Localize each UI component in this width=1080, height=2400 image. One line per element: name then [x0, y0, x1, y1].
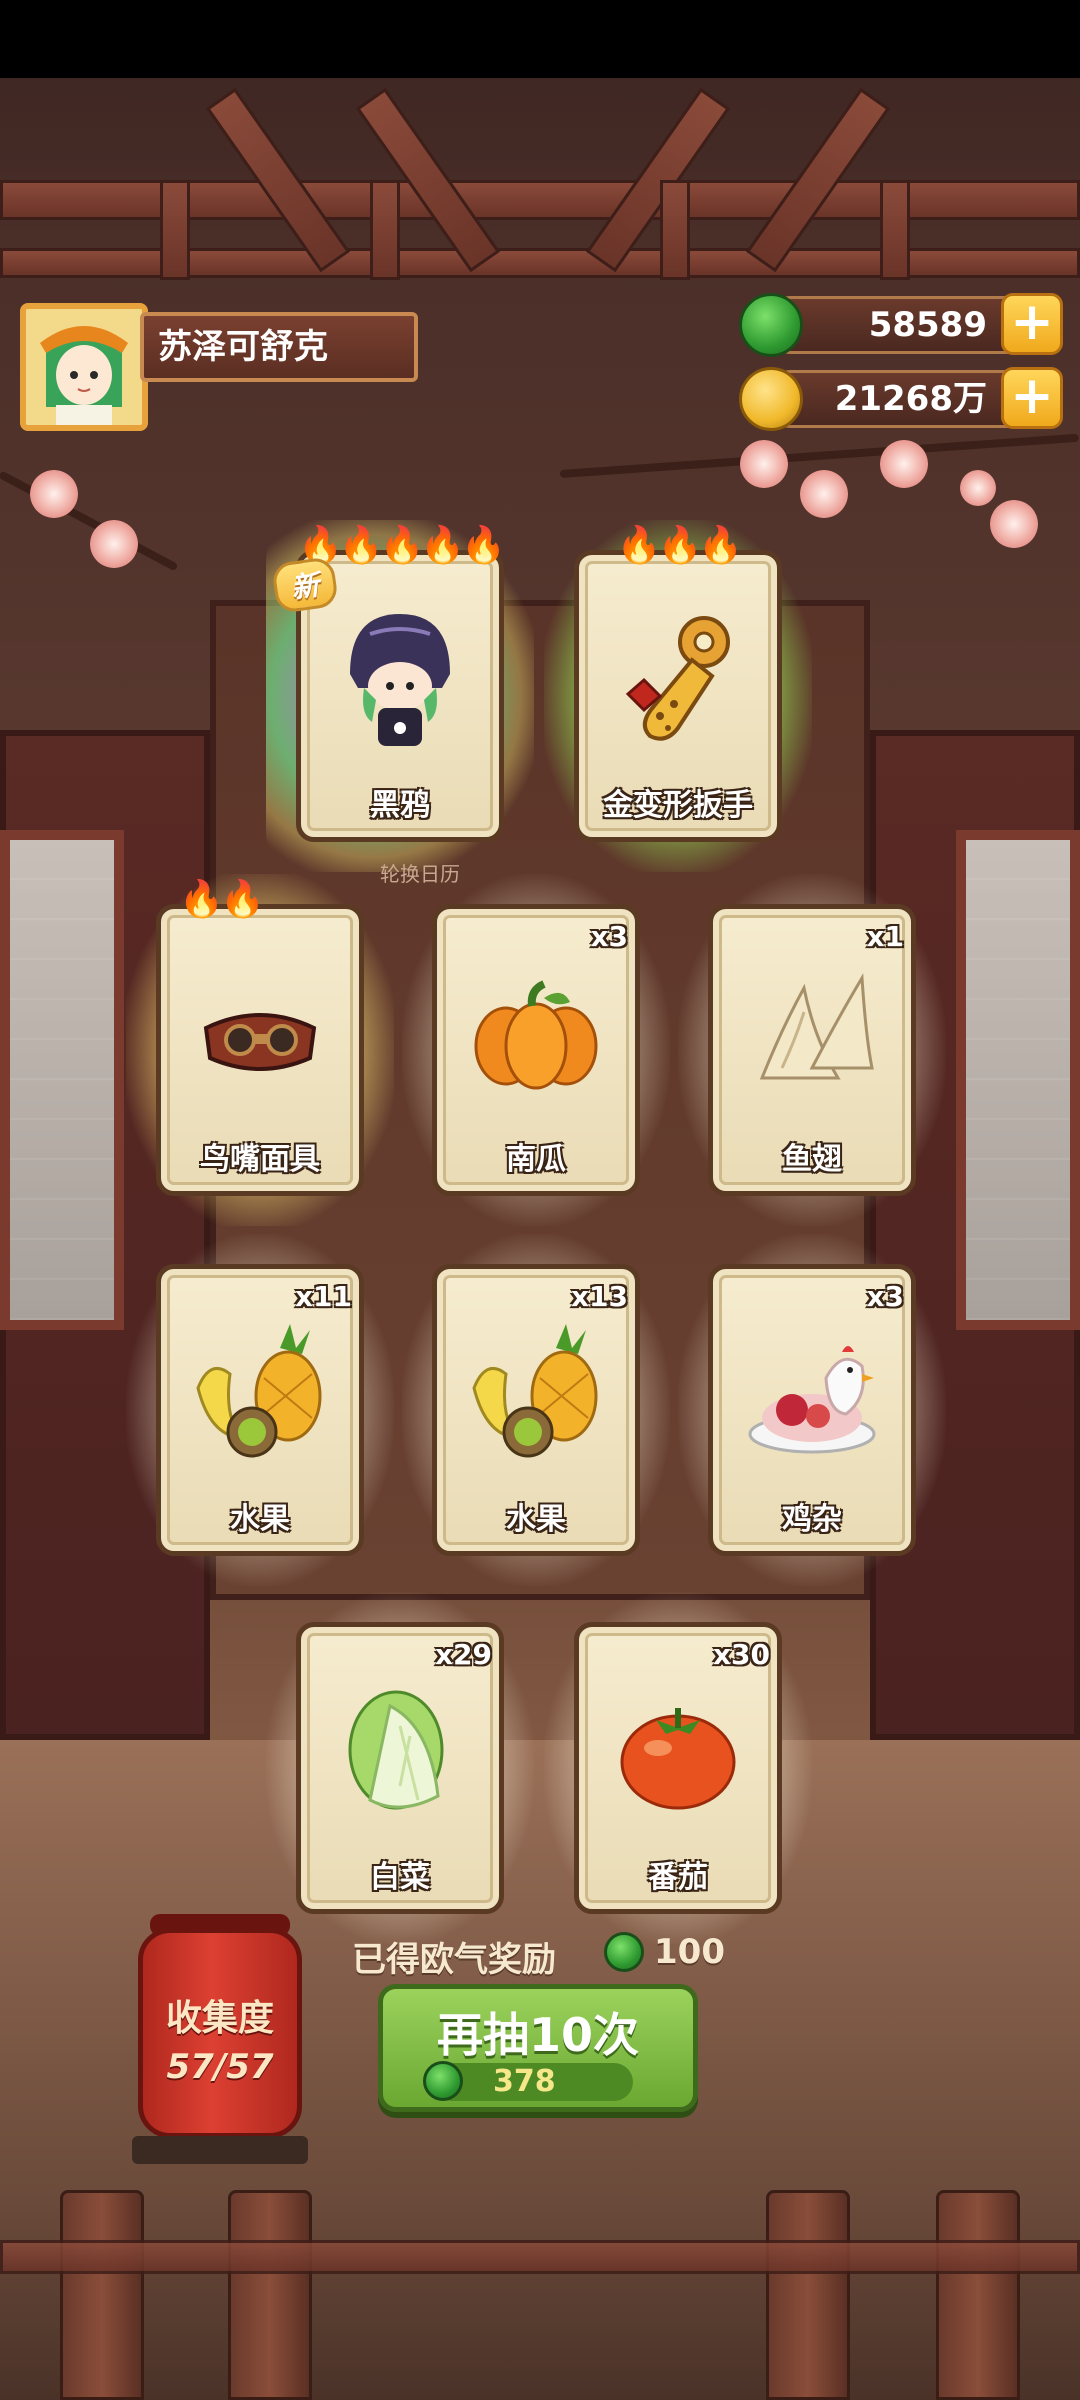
draw-again-button[interactable]: 再抽10次 378	[378, 1984, 698, 2112]
beak-mask-icon	[203, 1013, 317, 1071]
collection-label: 收集度	[165, 1998, 274, 2039]
jade-coin-icon	[604, 1932, 644, 1972]
jade-currency-bar: 58589 +	[739, 293, 1063, 357]
reward-card-crow[interactable]: 🔥🔥🔥🔥🔥 新 黑鸦	[266, 520, 534, 872]
blossom	[30, 470, 78, 518]
card-name: 白菜	[370, 1860, 430, 1895]
reward-card-golden-wrench[interactable]: 🔥🔥🔥 金变形扳手	[544, 520, 812, 872]
blossom	[880, 440, 928, 488]
item-quantity: x29	[434, 1638, 492, 1671]
reward-card-fruit-2[interactable]: x13 水果	[402, 1234, 670, 1586]
fence-rail	[0, 2240, 1080, 2274]
item-quantity: x13	[570, 1280, 628, 1313]
avatar-portrait-icon	[26, 309, 142, 425]
draw-cost: 378	[493, 2064, 556, 2099]
gold-currency-value: 21268万	[834, 379, 987, 419]
item-quantity: x3	[866, 1280, 904, 1313]
jade-coin-icon	[739, 293, 803, 357]
crow-character-icon	[350, 614, 450, 746]
left-lattice-window	[0, 830, 124, 1330]
card-name: 鸟嘴面具	[200, 1142, 320, 1177]
rarity-flames: 🔥🔥🔥🔥🔥	[297, 525, 506, 566]
golden-wrench-icon	[625, 616, 730, 741]
reward-card-chicken-giblets[interactable]: x3 鸡杂	[678, 1234, 946, 1586]
jade-coin-icon	[423, 2061, 463, 2101]
fence-post	[936, 2190, 1020, 2400]
card-name: 水果	[506, 1502, 566, 1537]
blossom	[90, 520, 138, 568]
card-name: 鸡杂	[782, 1502, 842, 1537]
jade-currency-value: 58589	[868, 305, 987, 345]
fruit-basket-icon	[196, 1324, 322, 1458]
shark-fin-icon	[759, 973, 874, 1080]
reward-card-shark-fin[interactable]: x1 鱼翅	[678, 874, 946, 1226]
post	[160, 180, 190, 280]
collection-value: 57/57	[166, 2047, 274, 2087]
card-name: 鱼翅	[782, 1142, 842, 1177]
collection-lantern[interactable]: 收集度 57/57	[138, 1928, 302, 2138]
blossom	[740, 440, 788, 488]
card-name: 金变形扳手	[603, 788, 753, 823]
tomato-icon	[620, 1708, 736, 1810]
card-name: 南瓜	[506, 1142, 566, 1177]
reward-card-tomato[interactable]: x30 番茄	[544, 1592, 812, 1944]
blossom	[800, 470, 848, 518]
card-name: 水果	[230, 1502, 290, 1537]
item-quantity: x3	[590, 920, 628, 953]
gold-currency-bar: 21268万 +	[739, 367, 1063, 431]
fence-post	[60, 2190, 144, 2400]
post	[370, 180, 400, 280]
card-name: 黑鸦	[370, 788, 430, 823]
lantern-stand	[132, 2136, 308, 2164]
draw-again-label: 再抽10次	[436, 2008, 639, 2062]
rarity-flames: 🔥🔥	[179, 879, 265, 920]
reward-card-pumpkin[interactable]: x3 南瓜	[402, 874, 670, 1226]
post	[880, 180, 910, 280]
fence-post	[766, 2190, 850, 2400]
gold-coin-icon	[739, 367, 803, 431]
item-quantity: x30	[712, 1638, 770, 1671]
reward-card-cabbage[interactable]: x29 白菜	[266, 1592, 534, 1944]
luck-bonus-value: 100	[654, 1932, 725, 1972]
post	[660, 180, 690, 280]
add-gold-button[interactable]: +	[1001, 367, 1063, 429]
fruit-basket-icon	[472, 1324, 598, 1458]
cabbage-icon	[348, 1690, 444, 1810]
status-bar	[0, 0, 1080, 78]
branch	[0, 470, 179, 572]
reward-card-fruit[interactable]: x11 水果	[126, 1234, 394, 1586]
luck-bonus-label: 已得欧气奖励	[352, 1940, 556, 1980]
item-quantity: x1	[866, 920, 904, 953]
cost-pill: 378	[423, 2061, 633, 2101]
item-quantity: x11	[294, 1280, 352, 1313]
blossom	[960, 470, 996, 506]
game-screen: 苏泽可舒克 58589 + 21268万 + 🔥🔥🔥🔥🔥 新 黑鸦 🔥🔥🔥 金变…	[0, 0, 1080, 2400]
fence-post	[228, 2190, 312, 2400]
add-jade-button[interactable]: +	[1001, 293, 1063, 355]
reward-card-beak-mask[interactable]: 🔥🔥 鸟嘴面具	[126, 874, 394, 1226]
card-name: 番茄	[648, 1860, 708, 1895]
pumpkin-icon	[474, 980, 598, 1090]
blossom	[990, 500, 1038, 548]
player-avatar[interactable]	[20, 303, 148, 431]
chicken-giblets-icon	[748, 1346, 876, 1454]
right-lattice-window	[956, 830, 1080, 1330]
rarity-flames: 🔥🔥🔥	[616, 525, 743, 566]
player-name: 苏泽可舒克	[140, 312, 418, 382]
